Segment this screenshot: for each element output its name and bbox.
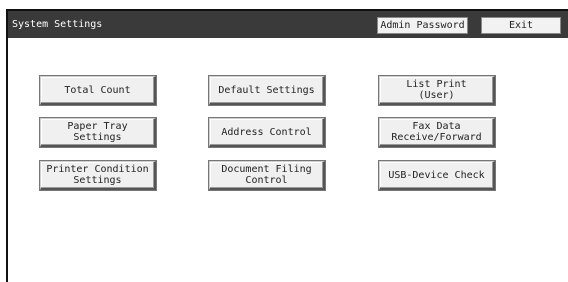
title-bar: System Settings Admin Password Exit [8, 11, 568, 38]
system-settings-screen: System Settings Admin Password Exit Tota… [6, 9, 568, 282]
admin-password-button[interactable]: Admin Password [377, 17, 468, 34]
page-title: System Settings [12, 19, 103, 30]
address-control-button[interactable]: Address Control [208, 117, 326, 148]
exit-button[interactable]: Exit [481, 17, 561, 34]
total-count-button[interactable]: Total Count [39, 75, 157, 106]
usb-device-check-button[interactable]: USB-Device Check [378, 160, 496, 191]
document-filing-control-button[interactable]: Document Filing Control [208, 160, 326, 191]
fax-data-receive-forward-button[interactable]: Fax Data Receive/Forward [378, 117, 496, 148]
default-settings-button[interactable]: Default Settings [208, 75, 326, 106]
printer-condition-settings-button[interactable]: Printer Condition Settings [39, 160, 157, 191]
paper-tray-settings-button[interactable]: Paper Tray Settings [39, 117, 157, 148]
list-print-user-button[interactable]: List Print (User) [378, 75, 496, 106]
